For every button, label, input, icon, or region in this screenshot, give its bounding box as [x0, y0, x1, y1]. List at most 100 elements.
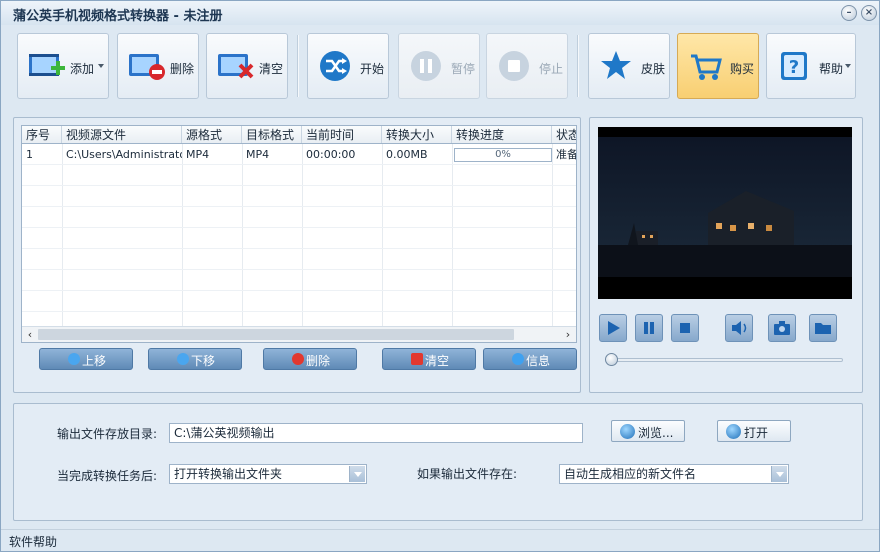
stop-label: 停止 — [539, 62, 564, 76]
pause-icon — [411, 51, 441, 81]
column-header[interactable]: 序号 — [22, 126, 62, 143]
film-reel-icon — [726, 424, 741, 439]
camera-icon — [774, 321, 790, 335]
info-label: 信息 — [526, 354, 551, 368]
volume-icon — [732, 321, 747, 335]
after-complete-select[interactable]: 打开转换输出文件夹 — [169, 464, 367, 484]
file-exists-value: 自动生成相应的新文件名 — [564, 467, 697, 481]
app-window: 蒲公英手机视频格式转换器 - 未注册 – × 添加 删除 清空 开始 暂停 停止… — [0, 0, 880, 552]
video-preview — [598, 127, 852, 299]
play-icon — [608, 321, 620, 335]
delete-video-icon — [129, 54, 165, 80]
open-label: 打开 — [744, 426, 769, 440]
stop-icon — [499, 51, 529, 81]
output-dir-input[interactable]: C:\蒲公英视频输出 — [169, 423, 583, 443]
status-bar: 软件帮助 — [1, 529, 879, 551]
scrollbar-thumb[interactable] — [38, 329, 514, 340]
skin-label: 皮肤 — [641, 62, 666, 76]
player-pause-button[interactable] — [635, 314, 663, 342]
file-exists-label: 如果输出文件存在: — [417, 467, 518, 481]
pause-button[interactable]: 暂停 — [398, 33, 480, 99]
playback-slider[interactable] — [607, 358, 843, 362]
title-bar: 蒲公英手机视频格式转换器 - 未注册 – × — [1, 1, 879, 25]
column-header[interactable]: 源格式 — [182, 126, 242, 143]
minimize-button[interactable]: – — [841, 5, 857, 21]
list-clear-label: 清空 — [425, 354, 450, 368]
add-video-icon — [29, 54, 65, 76]
volume-button[interactable] — [725, 314, 753, 342]
start-label: 开始 — [360, 62, 385, 76]
list-clear-button[interactable]: 清空 — [382, 348, 476, 370]
help-icon: ? — [781, 52, 807, 80]
browse-button[interactable]: 浏览... — [611, 420, 685, 442]
browse-label: 浏览... — [638, 426, 674, 440]
clear-button[interactable]: 清空 — [206, 33, 288, 99]
move-down-button[interactable]: 下移 — [148, 348, 242, 370]
move-up-button[interactable]: 上移 — [39, 348, 133, 370]
progress-bar: 0% — [454, 148, 552, 162]
file-table: 序号 视频源文件 源格式 目标格式 当前时间 转换大小 转换进度 状态 1 C:… — [21, 125, 577, 343]
table-row — [22, 271, 576, 291]
info-icon — [512, 353, 524, 365]
skin-button[interactable]: 皮肤 — [588, 33, 670, 99]
window-title: 蒲公英手机视频格式转换器 - 未注册 — [13, 9, 223, 24]
table-row — [22, 229, 576, 249]
open-folder-button[interactable] — [809, 314, 837, 342]
delete-label: 删除 — [170, 62, 195, 76]
column-header[interactable]: 视频源文件 — [62, 126, 182, 143]
output-dir-label: 输出文件存放目录: — [57, 427, 158, 441]
column-header[interactable]: 当前时间 — [302, 126, 382, 143]
open-button[interactable]: 打开 — [717, 420, 791, 442]
play-button[interactable] — [599, 314, 627, 342]
column-header[interactable]: 转换进度 — [452, 126, 552, 143]
table-row — [22, 292, 576, 312]
help-label: 帮助 — [819, 62, 844, 76]
after-complete-label: 当完成转换任务后: — [57, 469, 158, 483]
scroll-left-icon[interactable]: ‹ — [22, 327, 38, 342]
list-delete-label: 删除 — [306, 354, 331, 368]
move-down-label: 下移 — [191, 354, 216, 368]
software-help-link[interactable]: 软件帮助 — [9, 533, 57, 550]
chevron-down-icon[interactable] — [349, 466, 365, 482]
column-header[interactable]: 目标格式 — [242, 126, 302, 143]
help-dropdown-arrow-icon[interactable] — [845, 64, 851, 68]
shopping-cart-icon — [691, 54, 722, 80]
help-button[interactable]: ? 帮助 — [766, 33, 856, 99]
add-button[interactable]: 添加 — [17, 33, 109, 99]
file-exists-select[interactable]: 自动生成相应的新文件名 — [559, 464, 789, 484]
shuffle-start-icon — [320, 51, 350, 81]
folder-icon — [815, 323, 831, 334]
horizontal-scrollbar[interactable]: ‹ › — [22, 326, 576, 342]
snapshot-button[interactable] — [768, 314, 796, 342]
cell-source-format: MP4 — [186, 148, 210, 161]
list-delete-button[interactable]: 删除 — [263, 348, 357, 370]
chevron-down-icon[interactable] — [771, 466, 787, 482]
column-header[interactable]: 转换大小 — [382, 126, 452, 143]
cell-size: 0.00MB — [386, 148, 428, 161]
toolbar-separator — [297, 35, 299, 97]
table-row[interactable]: 1 C:\Users\Administrator... MP4 MP4 00:0… — [22, 145, 576, 165]
player-pause-icon — [644, 322, 654, 334]
column-header[interactable]: 状态 — [552, 126, 576, 143]
table-row — [22, 208, 576, 228]
table-row — [22, 187, 576, 207]
browse-icon — [620, 424, 635, 439]
delete-button[interactable]: 删除 — [117, 33, 199, 99]
start-button[interactable]: 开始 — [307, 33, 389, 99]
video-frame-image — [598, 127, 852, 299]
stop-button[interactable]: 停止 — [486, 33, 568, 99]
close-button[interactable]: × — [861, 5, 877, 21]
after-complete-value: 打开转换输出文件夹 — [174, 467, 283, 481]
clear-label: 清空 — [259, 62, 284, 76]
delete-icon — [292, 353, 304, 365]
scroll-right-icon[interactable]: › — [560, 327, 576, 342]
info-button[interactable]: 信息 — [483, 348, 577, 370]
buy-button[interactable]: 购买 — [677, 33, 759, 99]
pause-label: 暂停 — [451, 62, 476, 76]
table-row — [22, 166, 576, 186]
player-stop-button[interactable] — [671, 314, 699, 342]
add-dropdown-arrow-icon[interactable] — [98, 64, 104, 68]
arrow-down-icon — [177, 353, 189, 365]
playback-slider-knob[interactable] — [605, 353, 618, 366]
move-up-label: 上移 — [82, 354, 107, 368]
